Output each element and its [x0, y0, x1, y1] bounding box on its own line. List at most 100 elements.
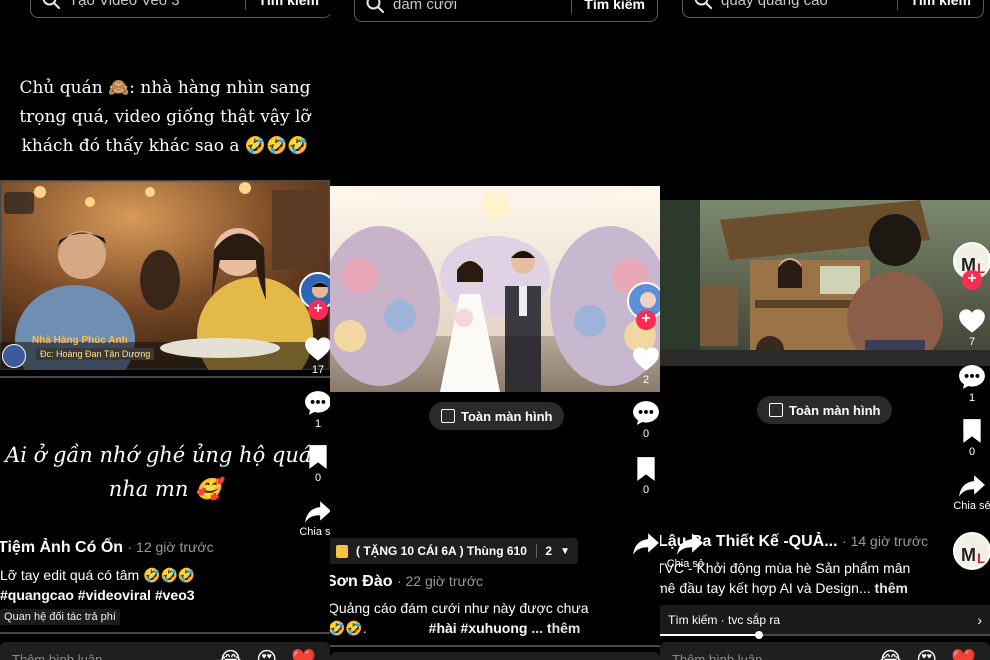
fullscreen-icon — [769, 403, 783, 417]
video-player[interactable] — [660, 200, 990, 366]
product-tag[interactable]: ( TẶNG 10 CÁI 6A ) Thùng 610 c 2 ▼ — [330, 538, 578, 564]
like-count: 7 — [968, 336, 976, 348]
search-button[interactable]: Tìm kiếm — [246, 0, 330, 8]
comment-count: 1 — [314, 418, 322, 430]
share-icon[interactable] — [632, 532, 660, 556]
video-progress[interactable] — [0, 376, 330, 378]
author-line: Tiệm Ảnh Có Ổn · 12 giờ trước — [0, 539, 214, 557]
heart-icon[interactable] — [304, 336, 330, 362]
caption: TVC - Khởi động mùa hè Sản phẩm mân mê đ… — [660, 560, 911, 596]
save-count: 0 — [968, 446, 976, 458]
see-more-link[interactable]: thêm — [875, 580, 908, 596]
heart-icon[interactable] — [632, 346, 660, 372]
comment-count: 1 — [968, 392, 976, 404]
share-label: Chia sẻ — [953, 500, 990, 512]
comment-field[interactable]: Thêm bình luận... — [0, 652, 219, 660]
share-shortcut — [626, 532, 660, 556]
video-player[interactable]: Nhà Hàng Phúc Anh Đc: Hoàng Đan Tân Dươn… — [0, 180, 330, 370]
video-panel-2: đám cưới Tìm kiếm Toàn màn hình + 2 0 0 … — [330, 0, 660, 660]
action-rail: + 2 0 0 — [624, 282, 660, 496]
heart-icon[interactable] — [958, 308, 986, 334]
progress-thumb[interactable] — [755, 631, 763, 639]
bookmark-icon[interactable] — [961, 418, 983, 444]
chevron-down-icon: ▼ — [560, 545, 570, 557]
svg-text:L: L — [977, 550, 986, 566]
search-icon — [365, 0, 385, 14]
search-button[interactable]: Tìm kiếm — [898, 0, 983, 8]
comment-count: 0 — [642, 428, 650, 440]
author-name[interactable]: Lậu Ba Thiết Kế -QUẢ... — [660, 533, 838, 550]
action-rail: ML + 7 1 0 Chia sẻ ML — [950, 242, 990, 570]
svg-text:M: M — [961, 545, 976, 565]
video-frame — [660, 200, 990, 366]
follow-button[interactable]: + — [308, 300, 328, 320]
share-label: Chia sẻ — [299, 526, 330, 538]
search-icon — [693, 0, 713, 10]
chevron-right-icon: › — [977, 612, 982, 628]
comment-input[interactable]: Thêm bình luận... 😂 😍 ❤️ — [0, 642, 330, 660]
video-progress[interactable] — [660, 631, 990, 639]
caption: Quảng cáo đám cưới như này được chưa 🤣🤣.… — [330, 600, 589, 636]
caption: Lỡ tay edit quá có tâm 🤣🤣🤣 #quangcao #vi… — [0, 565, 300, 605]
author-name[interactable]: Tiệm Ảnh Có Ổn — [0, 539, 123, 556]
search-input[interactable]: quay quảng cáo — [721, 0, 897, 9]
author-name[interactable]: Sơn Đào — [330, 573, 393, 590]
emoji-love-eyes[interactable]: 😍 — [256, 647, 277, 660]
comment-field[interactable]: Thêm bình luận... — [660, 652, 879, 660]
hashtags[interactable]: #quangcao #videoviral #veo3 — [0, 585, 300, 605]
bookmark-icon[interactable] — [635, 456, 657, 482]
product-bag-icon — [336, 544, 348, 558]
progress-fill — [660, 634, 759, 636]
product-count: 2 — [545, 544, 553, 558]
emoji-heart[interactable]: ❤️ — [291, 647, 316, 660]
search-bar[interactable]: quay quảng cáo Tìm kiếm — [682, 0, 984, 18]
author-line: Sơn Đào · 22 giờ trước — [330, 573, 483, 591]
hashtags[interactable]: #hài #xuhuong — [429, 620, 528, 636]
emoji-heart[interactable]: ❤️ — [951, 647, 976, 660]
feed-progress — [0, 632, 330, 634]
comment-input[interactable]: Thêm bình luận... 😂 😍 ❤️ — [660, 642, 990, 660]
search-bar[interactable]: Tạo Video Veo 3 Tìm kiếm — [30, 0, 330, 18]
emoji-laugh[interactable]: 😂 — [879, 647, 902, 660]
fullscreen-icon — [441, 409, 455, 423]
search-input[interactable]: Tạo Video Veo 3 — [69, 0, 245, 9]
comment-input[interactable] — [330, 652, 660, 660]
feed-progress — [330, 645, 660, 647]
paid-partnership-badge: Quan hệ đối tác trả phí — [0, 609, 120, 625]
video-script-text: Ai ở gần nhớ ghé ủng hộ quán nha mn 🥰 — [5, 443, 325, 501]
video-panel-3: quay quảng cáo Tìm kiếm Toàn màn hình M … — [660, 0, 990, 660]
comment-icon[interactable] — [632, 400, 660, 426]
video-player[interactable] — [330, 186, 660, 392]
follow-button[interactable]: + — [636, 310, 656, 330]
video-credit: Đc: Hoàng Đan Tân Dương — [36, 348, 155, 360]
post-time: · 14 giờ trước — [842, 533, 929, 549]
video-overlay-text: Chủ quán 🙈: nhà hàng nhìn sang trọng quá… — [19, 78, 311, 156]
fullscreen-button[interactable]: Toàn màn hình — [429, 402, 565, 430]
share-icon[interactable] — [304, 500, 330, 524]
related-search-bar[interactable]: Tìm kiếm · tvc sắp ra › — [660, 605, 990, 635]
emoji-laugh[interactable]: 😂 — [219, 647, 242, 660]
search-bar[interactable]: đám cưới Tìm kiếm — [354, 0, 658, 22]
next-creator-avatar[interactable]: ML — [953, 532, 990, 570]
restaurant-sign: Nhà Hàng Phúc Anh — [32, 335, 128, 346]
post-time: · 12 giờ trước — [127, 539, 214, 555]
video-logo — [2, 344, 26, 368]
comment-icon[interactable] — [958, 364, 986, 390]
video-panel-1: Tạo Video Veo 3 Tìm kiếm Chủ quán 🙈: nhà… — [0, 0, 330, 660]
bookmark-icon[interactable] — [307, 444, 329, 470]
video-frame — [330, 186, 660, 392]
save-count: 0 — [642, 484, 650, 496]
fullscreen-button[interactable]: Toàn màn hình — [757, 396, 893, 424]
like-count: 2 — [642, 374, 650, 386]
save-count: 0 — [314, 472, 322, 484]
share-icon[interactable] — [958, 474, 986, 498]
search-input[interactable]: đám cưới — [393, 0, 571, 13]
like-count: 17 — [311, 364, 325, 376]
author-line: Lậu Ba Thiết Kế -QUẢ... · 14 giờ trước — [660, 533, 928, 551]
search-button[interactable]: Tìm kiếm — [572, 0, 657, 12]
comment-icon[interactable] — [304, 390, 330, 416]
see-more-link[interactable]: ... thêm — [531, 620, 580, 636]
search-icon — [41, 0, 61, 10]
emoji-love-eyes[interactable]: 😍 — [916, 647, 937, 660]
follow-button[interactable]: + — [962, 270, 982, 290]
